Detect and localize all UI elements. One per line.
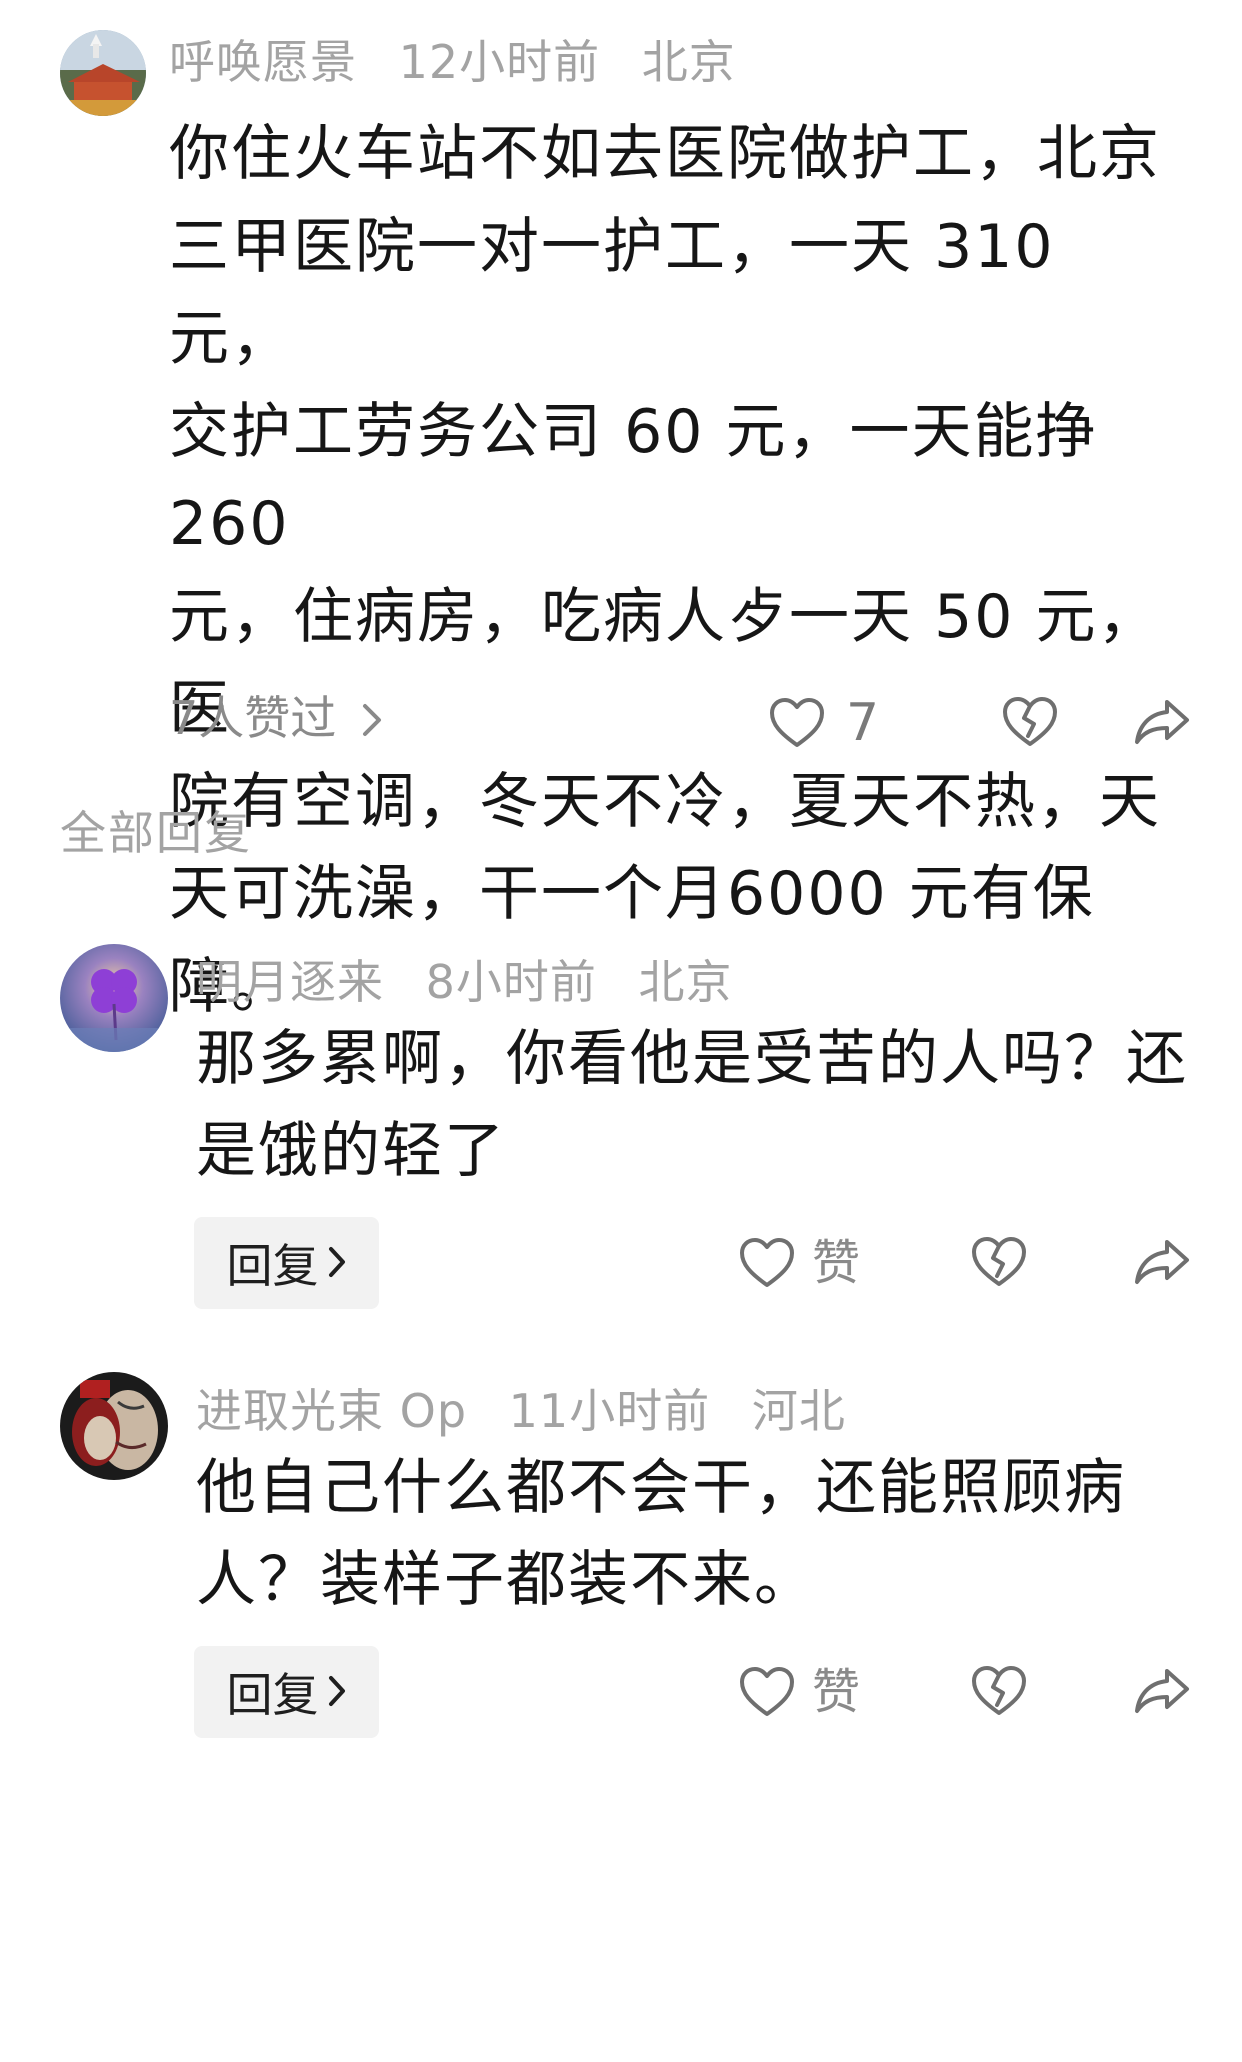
dislike-button[interactable] — [970, 1665, 1028, 1717]
comment-line: 是饿的轻了 — [196, 1116, 506, 1186]
reply-button[interactable]: 回复 — [194, 1646, 379, 1738]
location: 河北 — [751, 1384, 846, 1438]
chevron-right-icon — [327, 1236, 347, 1290]
like-button[interactable]: 赞 — [738, 1233, 860, 1293]
dislike-button[interactable] — [970, 1236, 1028, 1288]
comment-body[interactable]: 那多累啊，你看他是受苦的人吗？还 是饿的轻了 — [196, 1013, 1196, 1197]
share-button[interactable] — [1133, 1236, 1191, 1288]
comment-line: 那多累啊，你看他是受苦的人吗？还 — [196, 1024, 1188, 1094]
username[interactable]: 呼唤愿景 — [169, 35, 357, 89]
username[interactable]: 明月逐来 — [196, 955, 384, 1009]
avatar[interactable] — [60, 944, 168, 1052]
share-button[interactable] — [1133, 696, 1191, 748]
location: 北京 — [641, 35, 736, 89]
heart-outline-icon — [738, 1666, 796, 1718]
reply-button[interactable]: 回复 — [194, 1217, 379, 1309]
comment-line: 三甲医院一对一护工，一天 310 元， — [169, 211, 1055, 375]
comment-line: 他自己什么都不会干，还能照顾病 — [196, 1453, 1126, 1523]
heart-outline-icon — [768, 697, 826, 749]
avatar[interactable] — [60, 30, 146, 116]
avatar[interactable] — [60, 1372, 168, 1480]
comment-meta: 进取光束 Op 11小时前 河北 — [196, 1381, 872, 1441]
comment-line: 交护工劳务公司 60 元，一天能挣 260 — [169, 396, 1098, 560]
comment-line: 院有空调，冬天不冷，夏天不热，天 — [169, 766, 1161, 837]
share-button[interactable] — [1133, 1665, 1191, 1717]
like-label: 赞 — [812, 1235, 861, 1291]
broken-heart-icon — [970, 1236, 1028, 1288]
comment-body[interactable]: 他自己什么都不会干，还能照顾病 人？装样子都装不来。 — [196, 1442, 1196, 1626]
dislike-button[interactable] — [1001, 696, 1059, 748]
reply-label: 回复 — [226, 1668, 319, 1722]
like-button[interactable]: 赞 — [738, 1662, 860, 1722]
likers-text: 7人赞过 — [169, 691, 337, 745]
share-arrow-icon — [1133, 1236, 1191, 1288]
broken-heart-icon — [970, 1665, 1028, 1717]
comment-body[interactable]: 你住火车站不如去医院做护工，北京 三甲医院一对一护工，一天 310 元， 交护工… — [169, 108, 1179, 1033]
likers-link[interactable]: 7人赞过 — [169, 688, 383, 752]
comment-meta: 明月逐来 8小时前 北京 — [196, 952, 759, 1012]
timestamp: 11小时前 — [508, 1384, 711, 1438]
comment-line: 你住火车站不如去医院做护工，北京 — [169, 119, 1161, 189]
like-label: 赞 — [812, 1664, 861, 1720]
chevron-right-icon — [361, 692, 383, 752]
share-arrow-icon — [1133, 696, 1191, 748]
like-count: 7 — [846, 693, 880, 753]
comment-meta: 呼唤愿景 12小时前 北京 — [169, 32, 762, 92]
username[interactable]: 进取光束 Op — [196, 1384, 467, 1438]
heart-outline-icon — [738, 1237, 796, 1289]
reply-label: 回复 — [226, 1239, 319, 1293]
timestamp: 12小时前 — [398, 35, 601, 89]
timestamp: 8小时前 — [425, 955, 597, 1009]
comment-line: 人？装样子都装不来。 — [196, 1545, 816, 1615]
location: 北京 — [638, 955, 733, 1009]
like-button[interactable]: 7 — [768, 693, 879, 753]
broken-heart-icon — [1001, 696, 1059, 748]
chevron-right-icon — [327, 1665, 347, 1719]
all-replies-title: 全部回复 — [60, 806, 252, 860]
share-arrow-icon — [1133, 1665, 1191, 1717]
